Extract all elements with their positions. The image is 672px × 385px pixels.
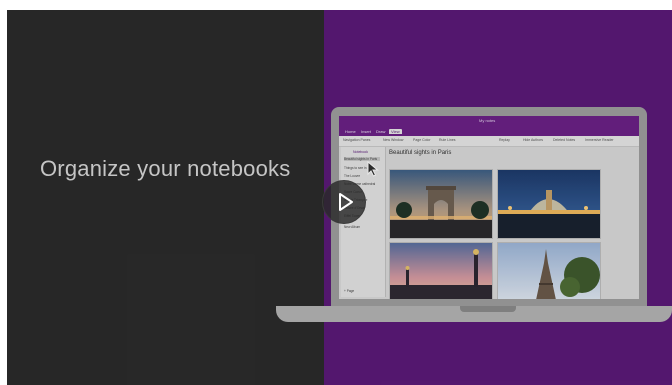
fountain-image xyxy=(498,170,600,238)
app-window-title: My notes xyxy=(479,118,496,123)
laptop-notch xyxy=(460,306,516,312)
ribbon-button-rule-lines[interactable]: Rule Lines xyxy=(439,138,456,142)
ribbon-button-page-color[interactable]: Page Color xyxy=(413,138,431,142)
ribbon-tab-home[interactable]: Home xyxy=(345,129,356,134)
add-page-button[interactable]: + Page xyxy=(344,289,354,293)
arc-de-triomphe-photo xyxy=(389,169,493,239)
fountain-photo xyxy=(497,169,601,239)
note-page-title: Beautiful sights in Paris xyxy=(389,150,452,156)
ribbon-button-navigation-panes[interactable]: Navigation Panes xyxy=(343,138,370,142)
eiffel-tower-image xyxy=(498,243,600,299)
ribbon-tab-view[interactable]: View xyxy=(389,129,402,134)
headline: Organize your notebooks xyxy=(40,156,291,181)
nav-header: Notebook xyxy=(353,150,368,154)
mouse-pointer-icon xyxy=(367,160,379,182)
ribbon-button-hide-authors[interactable]: Hide Authors xyxy=(523,138,543,142)
ribbon-button-new-window[interactable]: New Window xyxy=(383,138,403,142)
ribbon-button-replay[interactable]: Replay xyxy=(499,138,510,142)
ribbon-button-immersive-reader[interactable]: Immersive Reader xyxy=(585,138,614,142)
left-border xyxy=(0,0,7,385)
ribbon-button-deleted-notes[interactable]: Deleted Notes xyxy=(553,138,575,142)
eiffel-tower-photo xyxy=(497,242,601,299)
ribbon-tab-insert[interactable]: Insert xyxy=(361,129,371,134)
arc-de-triomphe-image xyxy=(390,170,492,238)
laptop-screen: My notes Home Insert Draw View Navigatio… xyxy=(339,116,639,299)
play-icon xyxy=(339,193,353,211)
ribbon-tabs: Home Insert Draw View xyxy=(339,128,639,136)
play-button[interactable] xyxy=(322,180,366,224)
app-titlebar: My notes xyxy=(339,116,639,128)
ribbon-tab-draw[interactable]: Draw xyxy=(376,129,385,134)
bridge-image xyxy=(390,243,492,299)
ribbon-toolbar: Navigation Panes New Window Page Color R… xyxy=(339,136,639,147)
top-border xyxy=(0,0,672,10)
dark-panel xyxy=(7,10,324,385)
pont-alexandre-photo xyxy=(389,242,493,299)
nav-page-item[interactable]: New Album xyxy=(344,225,360,229)
nav-page-item[interactable]: The Louvre xyxy=(344,174,360,178)
video-preview[interactable]: Organize your notebooks My notes Home In… xyxy=(0,0,672,385)
